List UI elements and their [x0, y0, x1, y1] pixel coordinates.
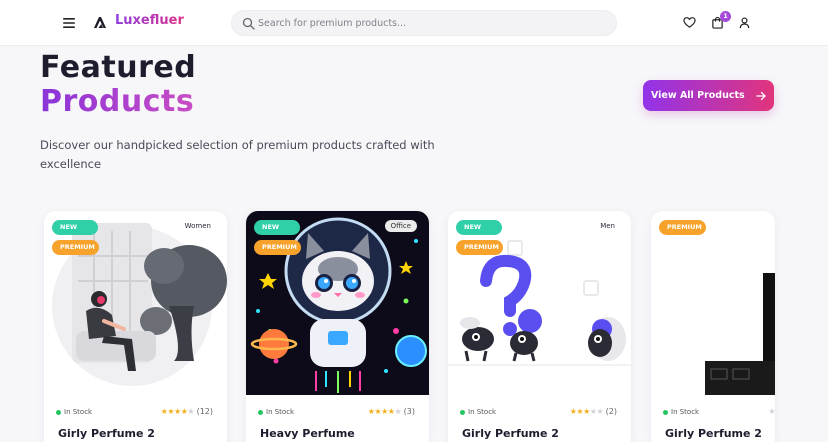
product-image-furniture	[651, 211, 775, 395]
product-name[interactable]: Heavy Perfume	[260, 427, 355, 440]
badge-new: NEW	[52, 220, 98, 235]
product-image-illustration	[44, 211, 227, 395]
brand-name[interactable]: Luxefluer	[115, 13, 184, 28]
product-image-question-illustration	[448, 211, 631, 395]
rating: ★★★★★ (3)	[368, 407, 415, 416]
hamburger-menu-icon[interactable]	[62, 16, 76, 30]
stock-dot-icon	[258, 409, 263, 415]
category-tag: Men	[600, 222, 615, 230]
rating: ★	[768, 407, 775, 416]
stock-status: In Stock	[663, 408, 699, 416]
stock-status: In Stock	[460, 408, 496, 416]
stock-label: In Stock	[64, 408, 93, 416]
search-bar[interactable]	[231, 10, 617, 36]
star-rating-icon: ★★★★★	[367, 407, 402, 416]
rating: ★★★★★ (12)	[161, 407, 213, 416]
product-card[interactable]: PREMIUM In Stock ★ Girly Perfume 2	[651, 211, 775, 442]
product-image-astronaut-cat	[246, 211, 429, 395]
page-title-line1: Featured	[40, 50, 197, 85]
stock-status: In Stock	[258, 408, 294, 416]
product-card[interactable]: NEW PREMIUM Office In Stock ★★★★★ (3) He…	[246, 211, 429, 442]
logo-icon[interactable]	[93, 15, 107, 29]
review-count: (2)	[605, 407, 617, 416]
stock-status: In Stock	[56, 408, 92, 416]
view-all-products-button[interactable]: View All Products	[643, 80, 774, 111]
view-all-label: View All Products	[650, 90, 745, 101]
stock-label: In Stock	[266, 408, 295, 416]
page-subtitle: Discover our handpicked selection of pre…	[40, 138, 435, 171]
badge-new: NEW	[254, 220, 300, 235]
arrow-right-icon	[756, 91, 766, 100]
stock-label: In Stock	[671, 408, 700, 416]
category-tag: Women	[184, 222, 211, 230]
rating: ★★★★★ (2)	[570, 407, 617, 416]
product-name[interactable]: Girly Perfume 2	[462, 427, 559, 440]
star-rating-icon: ★★★★★	[569, 407, 604, 416]
cart-count-badge: 1	[720, 11, 731, 22]
stock-dot-icon	[460, 409, 465, 415]
product-card[interactable]: NEW PREMIUM Men In Stock ★★★★★ (2) Girly…	[448, 211, 631, 442]
star-rating-icon: ★★★★★	[160, 407, 195, 416]
top-navbar: Luxefluer 1	[0, 0, 828, 46]
product-card[interactable]: NEW PREMIUM Women In Stock ★★★★★ (12) Gi…	[44, 211, 227, 442]
search-icon	[242, 17, 255, 30]
badge-premium: PREMIUM	[52, 240, 99, 255]
category-tag: Office	[384, 220, 417, 232]
search-input[interactable]	[258, 14, 608, 32]
badge-new: NEW	[456, 220, 502, 235]
review-count: (12)	[196, 407, 213, 416]
stock-dot-icon	[663, 409, 668, 415]
badge-premium: PREMIUM	[456, 240, 503, 255]
product-name[interactable]: Girly Perfume 2	[58, 427, 155, 440]
heart-icon[interactable]	[683, 16, 696, 29]
page-title-line2: Products	[40, 84, 195, 119]
review-count: (3)	[403, 407, 415, 416]
product-name[interactable]: Girly Perfume 2	[665, 427, 762, 440]
stock-dot-icon	[56, 409, 61, 415]
star-rating-icon: ★	[768, 407, 775, 416]
stock-label: In Stock	[468, 408, 497, 416]
badge-premium: PREMIUM	[659, 220, 706, 235]
badge-premium: PREMIUM	[254, 240, 301, 255]
user-icon[interactable]	[738, 16, 751, 29]
